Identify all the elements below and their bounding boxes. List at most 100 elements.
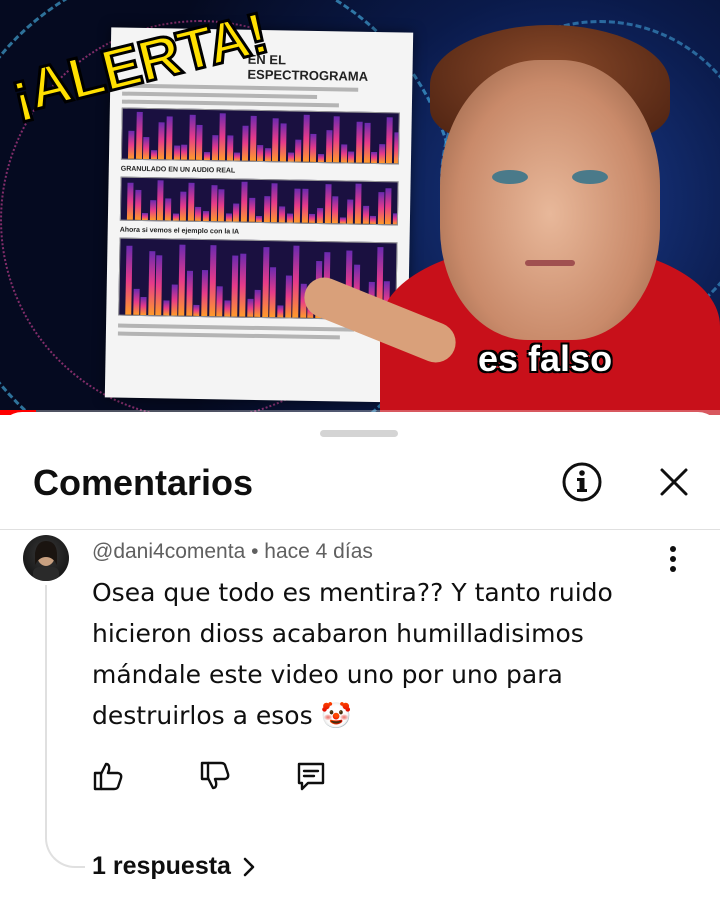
spectrogram-band [195,206,202,221]
spectrogram-band [340,144,348,163]
spectrogram-band [140,296,147,316]
spectrogram-band [393,132,400,164]
spectrogram-band [284,275,292,318]
spectrogram-band [324,184,332,224]
close-button[interactable] [650,458,698,506]
spectrogram-band [371,151,378,164]
spectrogram-band [239,253,247,317]
video-player[interactable]: EN EL ESPECTROGRAMA GRANULADO EN UN AUDI… [0,0,720,415]
spectrogram-band [203,152,211,161]
thumbs-down-icon [200,761,230,790]
spectrogram-band [163,300,170,316]
spectrogram-band [225,213,232,222]
spectrogram-band [386,117,394,164]
spectrogram-band [241,125,249,161]
spectrogram-band [135,111,143,159]
spectrogram-band [257,144,264,162]
spectrogram-band [309,213,316,223]
spectrogram-band [226,135,234,161]
spectrogram-band [355,121,363,163]
spectrogram-band [249,115,257,161]
spectrogram-band [158,122,165,160]
spectrogram-band [202,211,210,222]
doc-section-label: GRANULADO EN UN AUDIO REAL [120,165,236,175]
person-face [440,60,660,340]
spectrogram-band [278,206,286,223]
spectrogram-band [234,152,241,161]
spectrogram-band [180,191,187,221]
spectrogram-band [208,245,217,317]
more-vert-icon [670,546,676,572]
spectrogram-band [150,150,157,160]
avatar-image [33,541,59,581]
spectrogram-band [287,152,294,162]
spectrogram-band [188,114,196,160]
spectrogram-band [263,196,271,223]
spectrogram-band [240,181,248,222]
spectrogram-band [254,289,261,318]
spectrogram-band [164,198,172,221]
spectrogram-band [347,199,354,224]
info-icon [562,462,602,502]
spectrogram-band [165,116,173,160]
spectrogram-band [218,189,225,222]
spectrogram-band [377,192,385,225]
spectrogram-band [186,270,193,316]
replies-label: 1 respuesta [92,852,231,880]
spectrogram-band [262,247,270,318]
comment-meta: @dani4comenta • hace 4 días [92,540,373,564]
spectrogram-band [272,118,280,162]
spectrogram-band [246,298,254,317]
comment-text: Osea que todo es mentira?? Y tanto ruido… [92,578,613,730]
spectrogram-band [339,217,346,224]
spectrogram-band [370,215,377,225]
spectrogram-band [354,183,362,224]
spectrogram-band [294,188,301,223]
header-divider [0,529,720,530]
reply-thread-line [45,585,85,868]
view-replies-button[interactable]: 1 respuesta [92,852,257,881]
dislike-button[interactable] [195,756,235,796]
spectrogram-band [286,213,293,223]
spectrogram-band [178,244,186,316]
spectrogram-band [271,183,278,223]
spectrogram-band [125,245,133,315]
avatar[interactable] [23,535,69,581]
spectrogram-band [310,133,317,162]
spectrogram-band [216,286,223,317]
thumbs-up-icon [93,762,123,791]
spectrogram-band [264,148,271,162]
spectrogram-image [120,107,400,165]
reply-comment-icon [297,762,325,791]
spectrogram-band [148,251,156,316]
spectrogram-band [219,113,226,161]
spectrogram-band [279,123,287,162]
comment-more-button[interactable] [658,540,688,580]
spectrogram-band [363,122,371,163]
spectrogram-band [127,130,135,159]
spectrogram-band [143,136,150,160]
spectrogram-band [142,212,149,221]
spectrogram-band [269,267,277,318]
spectrogram-band [302,114,310,162]
spectrogram-band [378,144,386,164]
spectrogram-band [301,188,309,223]
info-button[interactable] [558,458,606,506]
spectrogram-band [196,124,203,161]
spectrogram-band [149,200,157,221]
drag-handle[interactable] [320,430,398,437]
doc-section-label: Ahora si vemos el ejemplo con la IA [119,226,240,236]
reply-button[interactable] [291,756,331,796]
spectrogram-band [317,154,325,163]
spectrogram-band [385,188,392,225]
spectrogram-band [233,203,240,222]
chevron-right-icon [243,857,255,876]
spectrogram-band [231,255,239,317]
spectrogram-band [210,185,218,222]
comment-author[interactable]: @dani4comenta [92,540,245,563]
spectrogram-band [224,300,231,317]
spectrogram-image [119,176,399,226]
spectrogram-band [362,205,369,224]
like-button[interactable] [88,756,128,796]
spectrogram-band [181,144,188,160]
